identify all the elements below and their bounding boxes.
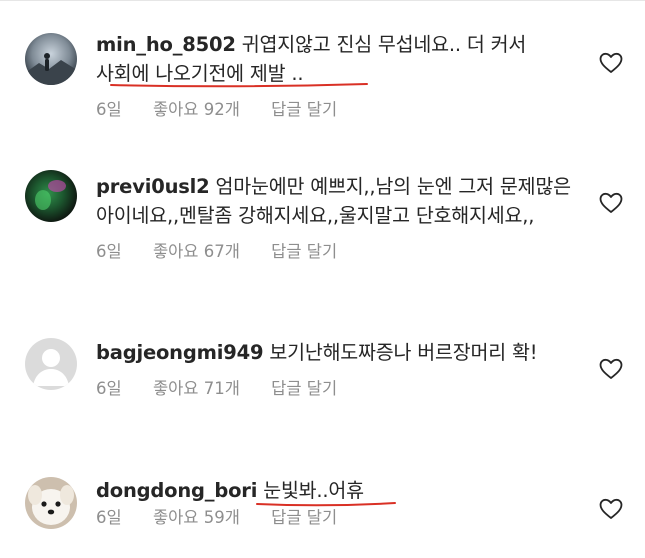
- comment-meta: 6일 좋아요 92개 답글 달기: [96, 99, 572, 121]
- puppy-photo-icon: [25, 477, 77, 529]
- avatar-green-blur-icon: [25, 170, 77, 222]
- avatar-silhouette-icon: [25, 33, 77, 85]
- reply-button[interactable]: 답글 달기: [271, 100, 337, 119]
- comment-text: 보기난해도짜증나 버르장머리 확!: [269, 341, 538, 364]
- user-avatar[interactable]: [25, 33, 77, 85]
- comment-username[interactable]: previ0usl2: [96, 175, 210, 198]
- comment-age: 6일: [96, 242, 122, 261]
- comment-item: dongdong_bori 눈빛봐..어휴 6일 좋아요 59개 답글 달기: [0, 460, 645, 558]
- comment-age: 6일: [96, 100, 122, 119]
- red-underline-annotation: [110, 83, 368, 88]
- comment-username[interactable]: min_ho_8502: [96, 33, 236, 56]
- default-person-icon: [25, 338, 77, 390]
- comment-item: bagjeongmi949 보기난해도짜증나 버르장머리 확! 6일 좋아요 71…: [0, 320, 645, 430]
- heart-outline-icon[interactable]: [599, 192, 623, 214]
- comment-meta: 6일 좋아요 67개 답글 달기: [96, 241, 572, 263]
- likes-count[interactable]: 좋아요 59개: [153, 508, 240, 527]
- user-avatar[interactable]: [25, 477, 77, 529]
- user-avatar[interactable]: [25, 170, 77, 222]
- comment-meta: 6일 좋아요 59개 답글 달기: [96, 507, 572, 529]
- likes-count[interactable]: 좋아요 92개: [153, 100, 240, 119]
- red-underline-annotation: [256, 502, 396, 507]
- reply-button[interactable]: 답글 달기: [271, 379, 337, 398]
- comment-item: previ0usl2 엄마눈에만 예쁘지,,남의 눈엔 그저 문제많은 아이네요,…: [0, 150, 645, 300]
- heart-outline-icon[interactable]: [599, 498, 623, 520]
- comment-text: 눈빛봐..어휴: [263, 479, 364, 502]
- heart-outline-icon[interactable]: [599, 52, 623, 74]
- user-avatar[interactable]: [25, 338, 77, 390]
- comment-meta: 6일 좋아요 71개 답글 달기: [96, 378, 572, 400]
- likes-count[interactable]: 좋아요 71개: [153, 379, 240, 398]
- comment-age: 6일: [96, 508, 122, 527]
- reply-button[interactable]: 답글 달기: [271, 242, 337, 261]
- comment-username[interactable]: bagjeongmi949: [96, 341, 264, 364]
- heart-outline-icon[interactable]: [599, 358, 623, 380]
- comment-username[interactable]: dongdong_bori: [96, 479, 257, 502]
- reply-button[interactable]: 답글 달기: [271, 508, 337, 527]
- comment-age: 6일: [96, 379, 122, 398]
- comment-item: min_ho_8502 귀엽지않고 진심 무섭네요.. 더 커서 사회에 나오기전…: [0, 0, 645, 140]
- likes-count[interactable]: 좋아요 67개: [153, 242, 240, 261]
